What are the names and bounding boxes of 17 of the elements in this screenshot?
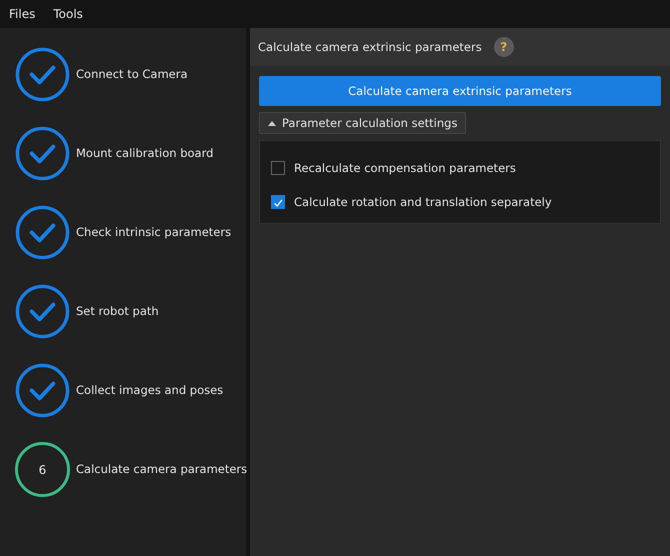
step-label[interactable]: Connect to Camera [76, 47, 188, 102]
step-number: 6 [15, 442, 70, 497]
step-label[interactable]: Set robot path [76, 284, 159, 339]
menu-item[interactable]: Tools [53, 7, 83, 21]
calculate-button[interactable]: Calculate camera extrinsic parameters [259, 76, 661, 106]
checkbox-label: Recalculate compensation parameters [294, 161, 516, 175]
checkbox[interactable] [271, 161, 285, 175]
menu-item[interactable]: Files [9, 7, 36, 21]
step-label[interactable]: Check intrinsic parameters [76, 205, 232, 260]
settings-toggle[interactable]: Parameter calculation settings [259, 112, 466, 134]
panel-title: Calculate camera extrinsic parameters [258, 40, 482, 54]
step-label[interactable]: Mount calibration board [76, 126, 214, 181]
checkbox-label: Calculate rotation and translation separately [294, 195, 552, 209]
step-label[interactable]: Calculate camera parameters [76, 442, 248, 497]
checkbox[interactable] [271, 195, 285, 209]
step-label[interactable]: Collect images and poses [76, 363, 224, 418]
caret-icon [268, 120, 276, 126]
